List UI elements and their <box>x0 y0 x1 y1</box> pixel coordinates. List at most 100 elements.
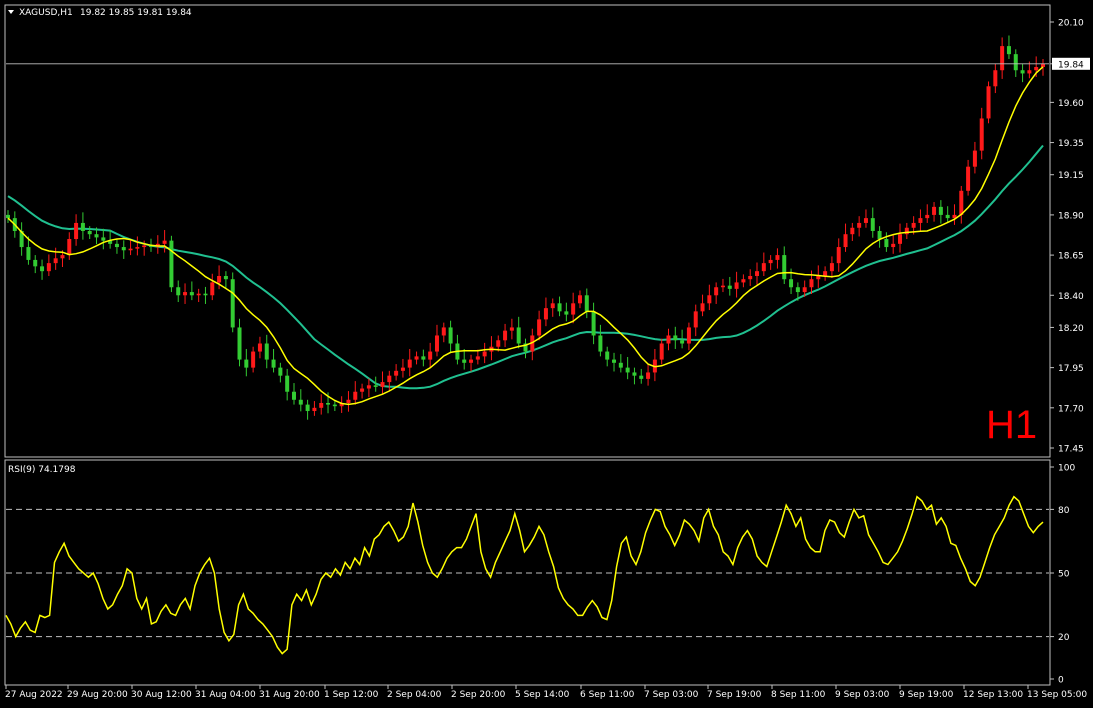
candle-body <box>850 227 855 235</box>
candle-body <box>755 271 760 276</box>
candle-body <box>237 327 242 360</box>
candle-body <box>761 263 766 272</box>
candle-body <box>945 214 950 219</box>
rsi-tick-label: 80 <box>1058 506 1070 516</box>
candle-body <box>469 359 474 363</box>
chart-canvas[interactable]: 20.10 19.84 19.60 19.35 19.15 18.90 18.65 18.40… <box>0 0 1093 708</box>
current-price-label: 19.84 <box>1058 60 1084 70</box>
candle-body <box>74 222 79 240</box>
candle-body <box>360 388 365 392</box>
time-tick-label: 31 Aug 04:00 <box>195 690 256 700</box>
candle-body <box>114 243 119 248</box>
time-tick-label: 30 Aug 12:00 <box>131 690 192 700</box>
time-tick-label: 8 Sep 11:00 <box>771 690 826 700</box>
candle-body <box>373 385 378 387</box>
candle-body <box>503 330 508 341</box>
candle-body <box>966 166 971 191</box>
price-tick-label: 17.70 <box>1058 404 1084 414</box>
price-tick-label: 19.60 <box>1058 99 1084 109</box>
candle-body <box>387 375 392 383</box>
candle-body <box>67 239 72 256</box>
time-tick-label: 5 Sep 14:00 <box>515 690 570 700</box>
candle-body <box>986 86 991 119</box>
candle-body <box>394 370 399 376</box>
candle-body <box>884 239 889 248</box>
candle-body <box>366 385 371 389</box>
candle-body <box>823 271 828 276</box>
candle-body <box>26 247 31 260</box>
candle-body <box>428 351 433 360</box>
candle-body <box>189 292 194 296</box>
candle-body <box>659 343 664 360</box>
time-tick-label: 7 Sep 19:00 <box>707 690 762 700</box>
candle-body <box>748 275 753 280</box>
time-tick-label: 2 Sep 04:00 <box>387 690 442 700</box>
time-tick-label: 2 Sep 20:00 <box>451 690 506 700</box>
candle-body <box>475 356 480 360</box>
candle-body <box>925 214 930 219</box>
price-tick-label: 18.40 <box>1058 292 1084 302</box>
price-axis: 20.10 19.84 19.60 19.35 19.15 18.90 18.65 18.40… <box>1050 19 1090 455</box>
candle-body <box>1027 70 1032 74</box>
candle-body <box>509 327 514 331</box>
candle-body <box>441 327 446 336</box>
candle-body <box>959 190 964 215</box>
candle-body <box>80 222 85 231</box>
candle-body <box>6 214 10 219</box>
candle-body <box>53 258 58 264</box>
candle-body <box>938 206 943 215</box>
candle-body <box>142 245 147 248</box>
price-tick-label: 18.65 <box>1058 252 1084 262</box>
triangle-down-icon[interactable] <box>8 10 14 14</box>
candle-body <box>693 311 698 328</box>
candle-body <box>979 118 984 151</box>
candle-body <box>639 375 644 379</box>
price-panel-border <box>4 4 1051 458</box>
candle-body <box>421 356 426 360</box>
candle-body <box>918 218 923 223</box>
price-panel-frame <box>4 4 1051 458</box>
time-tick-label: 13 Sep 05:00 <box>1027 690 1087 700</box>
candle-body <box>462 359 467 363</box>
candle-body <box>60 255 65 259</box>
rsi-path <box>5 495 1044 655</box>
ohlc-readout: 19.82 19.85 19.81 19.84 <box>80 8 192 18</box>
candle-body <box>618 362 623 368</box>
candle-body <box>714 287 719 296</box>
candle-body <box>217 275 222 283</box>
rsi-axis: 100 80 50 20 0 <box>1050 464 1075 686</box>
time-tick-label: 12 Sep 13:00 <box>963 690 1023 700</box>
candle-body <box>183 292 188 296</box>
candle-body <box>482 351 487 357</box>
candle-body <box>564 311 569 315</box>
price-tick-label: 18.90 <box>1058 211 1084 221</box>
candle-body <box>271 359 276 368</box>
candle-body <box>577 295 582 304</box>
time-tick-label: 6 Sep 11:00 <box>580 690 635 700</box>
candle-body <box>244 359 249 368</box>
candle-body <box>898 234 903 244</box>
price-tick-label: 19.35 <box>1058 139 1084 149</box>
candle-body <box>176 287 181 296</box>
rsi-tick-label: 50 <box>1058 570 1070 580</box>
candle-body <box>434 335 439 352</box>
candle-body <box>993 70 998 87</box>
rsi-label: RSI(9) 74.1798 <box>8 465 76 475</box>
candle-body <box>305 404 310 412</box>
candle-body <box>128 248 133 251</box>
candle-body <box>775 255 780 260</box>
candle-body <box>400 367 405 371</box>
candle-body <box>298 399 303 405</box>
candle-body <box>863 218 868 223</box>
candle-body <box>291 391 296 400</box>
candle-body <box>223 275 228 280</box>
candle-body <box>870 218 875 231</box>
candle-body <box>1034 67 1039 71</box>
candle-body <box>332 404 337 407</box>
candle-body <box>591 311 596 336</box>
price-tick-label: 20.10 <box>1058 19 1084 29</box>
candle-body <box>932 206 937 215</box>
candle-body <box>625 367 630 373</box>
candle-body <box>414 356 419 360</box>
candle-body <box>768 259 773 264</box>
